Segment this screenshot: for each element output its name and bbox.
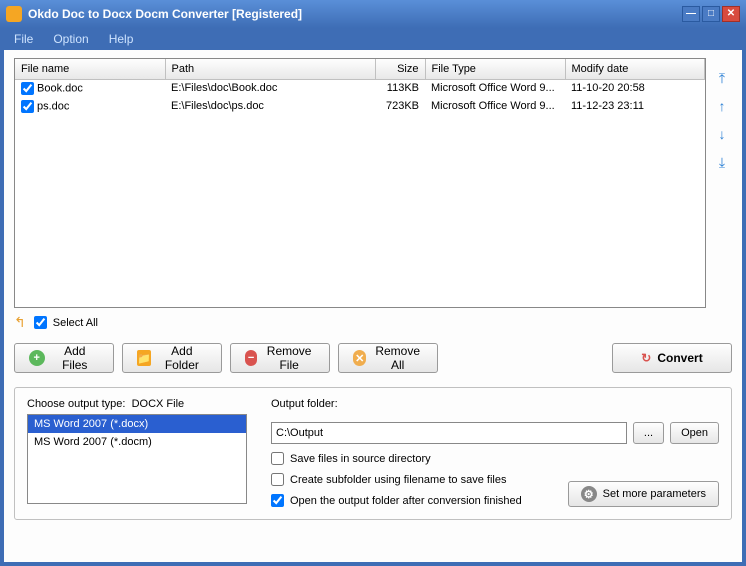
col-date[interactable]: Modify date	[565, 59, 705, 79]
folder-up-icon[interactable]: ↰	[14, 314, 26, 331]
folder-icon: 📁	[137, 350, 151, 366]
output-folder-label: Output folder:	[271, 398, 719, 410]
content-area: File name Path Size File Type Modify dat…	[4, 50, 742, 562]
remove-icon: −	[245, 350, 257, 366]
remove-all-icon: ✕	[353, 350, 366, 366]
open-after-checkbox[interactable]: Open the output folder after conversion …	[271, 494, 556, 507]
output-type-option[interactable]: MS Word 2007 (*.docx)	[28, 415, 246, 433]
move-bottom-icon[interactable]: ⤓	[714, 154, 730, 170]
menu-option[interactable]: Option	[45, 30, 96, 48]
add-files-button[interactable]: +Add Files	[14, 343, 114, 373]
set-more-parameters-button[interactable]: ⚙Set more parameters	[568, 481, 719, 507]
select-all-label: Select All	[53, 317, 98, 329]
select-all-input[interactable]	[34, 316, 47, 329]
select-all-checkbox[interactable]: Select All	[34, 316, 98, 329]
choose-type-label: Choose output type: DOCX File	[27, 398, 247, 410]
output-folder-input[interactable]	[271, 422, 627, 444]
col-size[interactable]: Size	[375, 59, 425, 79]
col-path[interactable]: Path	[165, 59, 375, 79]
add-folder-button[interactable]: 📁Add Folder	[122, 343, 222, 373]
gear-icon: ⚙	[581, 486, 597, 502]
maximize-button[interactable]: □	[702, 6, 720, 22]
menubar: File Option Help	[0, 28, 746, 50]
row-checkbox[interactable]	[21, 100, 34, 113]
save-source-checkbox[interactable]: Save files in source directory	[271, 452, 556, 465]
convert-icon: ↻	[641, 351, 651, 365]
menu-file[interactable]: File	[6, 30, 41, 48]
remove-all-button[interactable]: ✕Remove All	[338, 343, 438, 373]
window-title: Okdo Doc to Docx Docm Converter [Registe…	[28, 7, 682, 21]
close-button[interactable]: ✕	[722, 6, 740, 22]
output-type-list[interactable]: MS Word 2007 (*.docx)MS Word 2007 (*.doc…	[27, 414, 247, 504]
open-folder-button[interactable]: Open	[670, 422, 719, 444]
move-down-icon[interactable]: ↓	[714, 126, 730, 142]
menu-help[interactable]: Help	[101, 30, 142, 48]
col-filename[interactable]: File name	[15, 59, 165, 79]
table-row[interactable]: Book.docE:\Files\doc\Book.doc113KBMicros…	[15, 79, 705, 97]
output-panel: Choose output type: DOCX File MS Word 20…	[14, 387, 732, 520]
app-icon	[6, 6, 22, 22]
move-top-icon[interactable]: ⤒	[714, 70, 730, 86]
table-row[interactable]: ps.docE:\Files\doc\ps.doc723KBMicrosoft …	[15, 97, 705, 115]
reorder-arrows: ⤒ ↑ ↓ ⤓	[712, 58, 732, 308]
col-type[interactable]: File Type	[425, 59, 565, 79]
create-subfolder-checkbox[interactable]: Create subfolder using filename to save …	[271, 473, 556, 486]
minimize-button[interactable]: —	[682, 6, 700, 22]
titlebar: Okdo Doc to Docx Docm Converter [Registe…	[0, 0, 746, 28]
convert-button[interactable]: ↻Convert	[612, 343, 732, 373]
browse-button[interactable]: ...	[633, 422, 664, 444]
file-table[interactable]: File name Path Size File Type Modify dat…	[14, 58, 706, 308]
row-checkbox[interactable]	[21, 82, 34, 95]
remove-file-button[interactable]: −Remove File	[230, 343, 330, 373]
move-up-icon[interactable]: ↑	[714, 98, 730, 114]
window-controls: — □ ✕	[682, 6, 740, 22]
add-icon: +	[29, 350, 45, 366]
output-type-option[interactable]: MS Word 2007 (*.docm)	[28, 433, 246, 451]
